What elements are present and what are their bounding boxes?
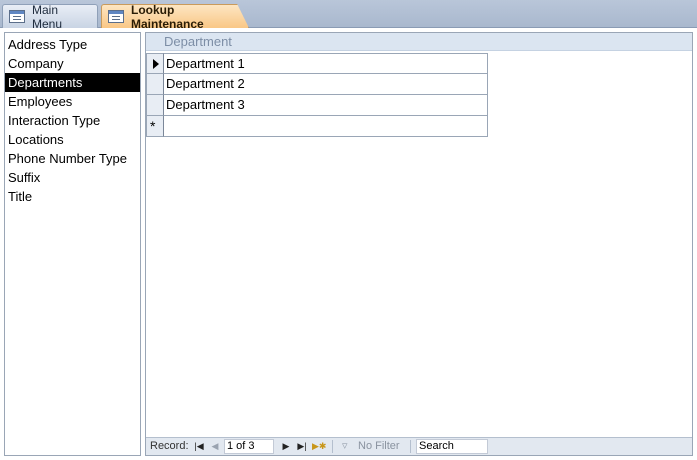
search-input[interactable]: Search	[416, 439, 488, 454]
tab-lookup-maintenance[interactable]: Lookup Maintenance	[101, 4, 249, 28]
new-record-star-icon: *	[150, 118, 156, 134]
current-record-arrow-icon	[153, 59, 159, 69]
tab-main-menu[interactable]: Main Menu	[2, 2, 98, 31]
tab-label: Main Menu	[32, 2, 63, 31]
record-selector[interactable]: *	[146, 115, 164, 137]
record-selector[interactable]	[146, 94, 164, 116]
record-selector[interactable]	[146, 73, 164, 95]
list-item-address-type[interactable]: Address Type	[5, 35, 140, 54]
list-item-phone-number-type[interactable]: Phone Number Type	[5, 149, 140, 168]
record-label: Record:	[150, 440, 189, 452]
document-tab-strip: Main Menu Lookup Maintenance	[0, 0, 697, 31]
list-item-departments[interactable]: Departments	[5, 73, 140, 92]
list-item-locations[interactable]: Locations	[5, 130, 140, 149]
column-header-department[interactable]: Department	[164, 34, 232, 49]
new-department-cell[interactable]	[164, 115, 488, 137]
list-item-suffix[interactable]: Suffix	[5, 168, 140, 187]
last-record-icon[interactable]: ▶|	[296, 440, 308, 452]
form-icon	[9, 10, 25, 23]
table-row: Department 3	[146, 94, 488, 116]
datasheet-grid: Department 1 Department 2 Department 3 *	[146, 53, 488, 137]
record-selector[interactable]	[146, 53, 164, 74]
filter-icon[interactable]: ▿	[342, 441, 353, 452]
department-subform: Department Department 1 Department 2 Dep…	[145, 32, 693, 456]
no-filter-button[interactable]: No Filter	[358, 440, 400, 452]
form-icon	[108, 10, 124, 23]
next-record-icon[interactable]: ▶	[280, 440, 292, 452]
nav-divider	[410, 440, 411, 453]
list-item-employees[interactable]: Employees	[5, 92, 140, 111]
current-record-field[interactable]: 1 of 3	[224, 439, 274, 454]
tab-label: Lookup Maintenance	[131, 2, 204, 31]
department-cell[interactable]: Department 3	[164, 94, 488, 116]
prev-record-icon[interactable]: ◀	[209, 440, 221, 452]
lookup-table-list[interactable]: Address Type Company Departments Employe…	[4, 32, 141, 456]
list-item-title[interactable]: Title	[5, 187, 140, 206]
new-record-row: *	[146, 115, 488, 137]
department-cell[interactable]: Department 1	[164, 53, 488, 74]
nav-divider	[332, 440, 333, 453]
new-record-icon[interactable]: ▶✱	[312, 440, 326, 452]
list-item-interaction-type[interactable]: Interaction Type	[5, 111, 140, 130]
department-cell[interactable]: Department 2	[164, 73, 488, 95]
table-row: Department 1	[146, 53, 488, 74]
first-record-icon[interactable]: |◀	[193, 440, 205, 452]
table-row: Department 2	[146, 73, 488, 95]
column-header-bar: Department	[146, 33, 692, 51]
list-item-company[interactable]: Company	[5, 54, 140, 73]
record-navigation-bar: Record: |◀ ◀ 1 of 3 ▶ ▶| ▶✱ ▿ No Filter …	[146, 437, 692, 455]
